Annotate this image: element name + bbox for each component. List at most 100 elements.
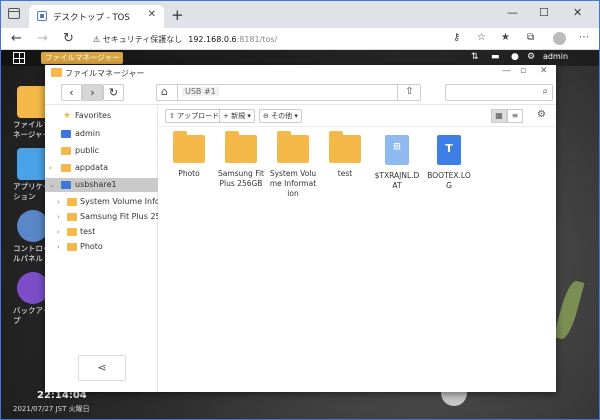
search-input[interactable]: ⌕ xyxy=(445,84,553,101)
fm-toolbar: ‹ › ↻ ⌂ USB #1 ⇧ ⌕ xyxy=(45,81,556,105)
settings-icon[interactable]: ⚙ xyxy=(527,52,535,62)
file-name: $TXRAJNL.DAT xyxy=(374,171,420,190)
windows-file-icon: ⊞ xyxy=(385,135,409,165)
upload-button[interactable]: ⇧ アップロード xyxy=(165,109,224,123)
chevron-right-icon[interactable]: › xyxy=(49,161,52,175)
share-button[interactable]: ⋖ xyxy=(78,355,126,381)
file-item[interactable]: test xyxy=(321,131,369,179)
content-toolbar: ⇧ アップロード + 新規 ▾ ⊖ その他 ▾ ▦ ≡ ⚙ xyxy=(159,105,556,127)
fm-maximize-button[interactable]: ▫ xyxy=(520,66,526,76)
fm-titlebar[interactable]: ファイルマネージャー — ▫ ✕ xyxy=(45,65,556,81)
security-warning[interactable]: ⚠ セキュリティ保護なし xyxy=(93,35,182,44)
chevron-right-icon[interactable]: › xyxy=(57,195,60,209)
favorite-icon[interactable]: ☆ xyxy=(477,32,486,43)
close-window-button[interactable]: ✕ xyxy=(573,6,582,19)
maximize-button[interactable]: ☐ xyxy=(539,6,549,19)
taskbar-app-tab[interactable]: ファイルマネージャー xyxy=(41,52,124,64)
file-item[interactable]: Samsung Fit Plus 256GB xyxy=(217,131,265,189)
sidebar-item-admin[interactable]: admin xyxy=(45,127,158,141)
file-item[interactable]: ⊞ $TXRAJNL.DAT xyxy=(373,135,421,191)
more-menu-icon[interactable]: ⋯ xyxy=(579,32,589,43)
folder-icon xyxy=(225,131,257,163)
fm-title: ファイルマネージャー xyxy=(65,69,145,78)
sidebar-favorites[interactable]: ★ Favorites xyxy=(45,109,158,123)
key-icon[interactable]: ⚷ xyxy=(453,32,460,43)
start-menu-icon[interactable] xyxy=(13,52,25,64)
folder-icon xyxy=(173,131,205,163)
back-icon[interactable]: ← xyxy=(11,31,22,46)
grid-view-icon[interactable]: ▦ xyxy=(491,109,507,123)
profile-avatar[interactable] xyxy=(553,32,566,45)
sidebar-item-samsung[interactable]: › Samsung Fit Plus 256GB xyxy=(45,210,158,224)
address-bar: ← → ↻ ⚠ セキュリティ保護なし 192.168.0.6:8181/tos/ … xyxy=(1,28,599,50)
browser-tab-bar: デスクトップ - TOS ✕ + — ☐ ✕ xyxy=(1,1,599,28)
url-path: :8181/tos/ xyxy=(236,35,278,44)
user-folder-icon xyxy=(61,130,71,138)
sidebar-item-appdata[interactable]: › appdata xyxy=(45,161,158,175)
folder-icon xyxy=(67,213,77,221)
new-tab-button[interactable]: + xyxy=(171,6,184,24)
text-file-icon: T xyxy=(437,135,461,165)
forward-icon[interactable]: → xyxy=(37,31,48,46)
path-crumb[interactable]: USB #1 xyxy=(182,87,219,96)
url-host: 192.168.0.6 xyxy=(188,35,237,44)
chevron-right-icon[interactable]: › xyxy=(57,240,60,254)
sidebar-item-photo[interactable]: › Photo xyxy=(45,240,158,254)
folder-icon xyxy=(67,228,77,236)
search-icon[interactable]: ⌕ xyxy=(542,86,548,97)
sidebar-item-system-volume[interactable]: › System Volume Information xyxy=(45,195,158,209)
chevron-down-icon[interactable]: ⌄ xyxy=(49,178,55,192)
file-name: Samsung Fit Plus 256GB xyxy=(217,169,264,188)
window-icon[interactable] xyxy=(8,8,20,19)
fm-close-button[interactable]: ✕ xyxy=(540,66,548,76)
parent-folder-button[interactable]: ⇧ xyxy=(397,84,421,101)
user-label[interactable]: admin xyxy=(543,52,568,61)
folder-icon xyxy=(329,131,361,163)
os-top-bar: ファイルマネージャー ⇅ ▬ ● ⚙ admin xyxy=(1,50,599,66)
refresh-button[interactable]: ↻ xyxy=(103,84,124,101)
folder-icon xyxy=(67,243,77,251)
favorites-bar-icon[interactable]: ★ xyxy=(501,32,510,43)
sidebar-item-public[interactable]: public xyxy=(45,144,158,158)
minimize-button[interactable]: — xyxy=(507,6,518,19)
usb-icon xyxy=(61,181,71,189)
tab-title: デスクトップ - TOS xyxy=(53,13,130,23)
folder-icon xyxy=(277,131,309,163)
notification-icon[interactable]: ● xyxy=(511,52,519,62)
fm-minimize-button[interactable]: — xyxy=(502,66,511,76)
file-item[interactable]: T BOOTEX.LOG xyxy=(425,135,473,191)
back-button[interactable]: ‹ xyxy=(61,84,82,101)
tab-favicon-icon xyxy=(37,11,47,21)
file-manager-window: ファイルマネージャー — ▫ ✕ ‹ › ↻ ⌂ USB #1 ⇧ ⌕ ★ Fa… xyxy=(45,65,556,392)
chat-icon[interactable]: ▬ xyxy=(491,52,500,62)
home-icon[interactable]: ⌂ xyxy=(161,85,168,98)
collections-icon[interactable]: ⧉ xyxy=(527,32,534,43)
reload-icon[interactable]: ↻ xyxy=(63,31,74,46)
decor-leaf xyxy=(553,278,585,342)
folder-icon xyxy=(51,68,62,77)
file-item[interactable]: System Volume Information xyxy=(269,131,317,199)
network-icon[interactable]: ⇅ xyxy=(471,52,479,62)
chevron-right-icon[interactable]: › xyxy=(57,210,60,224)
other-button[interactable]: ⊖ その他 ▾ xyxy=(259,109,302,123)
forward-button[interactable]: › xyxy=(82,84,103,101)
file-name: Photo xyxy=(178,169,200,178)
star-icon: ★ xyxy=(63,111,72,121)
gear-icon[interactable]: ⚙ xyxy=(537,109,546,120)
tab-close-icon[interactable]: ✕ xyxy=(148,9,156,20)
file-name: System Volume Information xyxy=(269,169,317,198)
chevron-right-icon[interactable]: › xyxy=(57,225,60,239)
fm-sidebar: ★ Favorites admin public › appdata ⌄ usb… xyxy=(45,105,158,392)
desktop-date: 2021/07/27 JST 火曜日 xyxy=(13,405,90,413)
fm-content: ⇧ アップロード + 新規 ▾ ⊖ その他 ▾ ▦ ≡ ⚙ Photo Sams… xyxy=(159,105,556,392)
list-view-icon[interactable]: ≡ xyxy=(507,109,523,123)
sidebar-item-test[interactable]: › test xyxy=(45,225,158,239)
file-item[interactable]: Photo xyxy=(165,131,213,179)
file-name: test xyxy=(337,169,353,178)
sidebar-item-usbshare1[interactable]: ⌄ usbshare1 xyxy=(45,178,158,192)
url-field[interactable]: ⚠ セキュリティ保護なし 192.168.0.6:8181/tos/ xyxy=(93,34,277,45)
folder-icon xyxy=(61,147,71,155)
new-button[interactable]: + 新規 ▾ xyxy=(219,109,255,123)
path-bar[interactable]: ⌂ USB #1 xyxy=(156,84,421,101)
browser-tab[interactable]: デスクトップ - TOS ✕ xyxy=(29,5,164,28)
